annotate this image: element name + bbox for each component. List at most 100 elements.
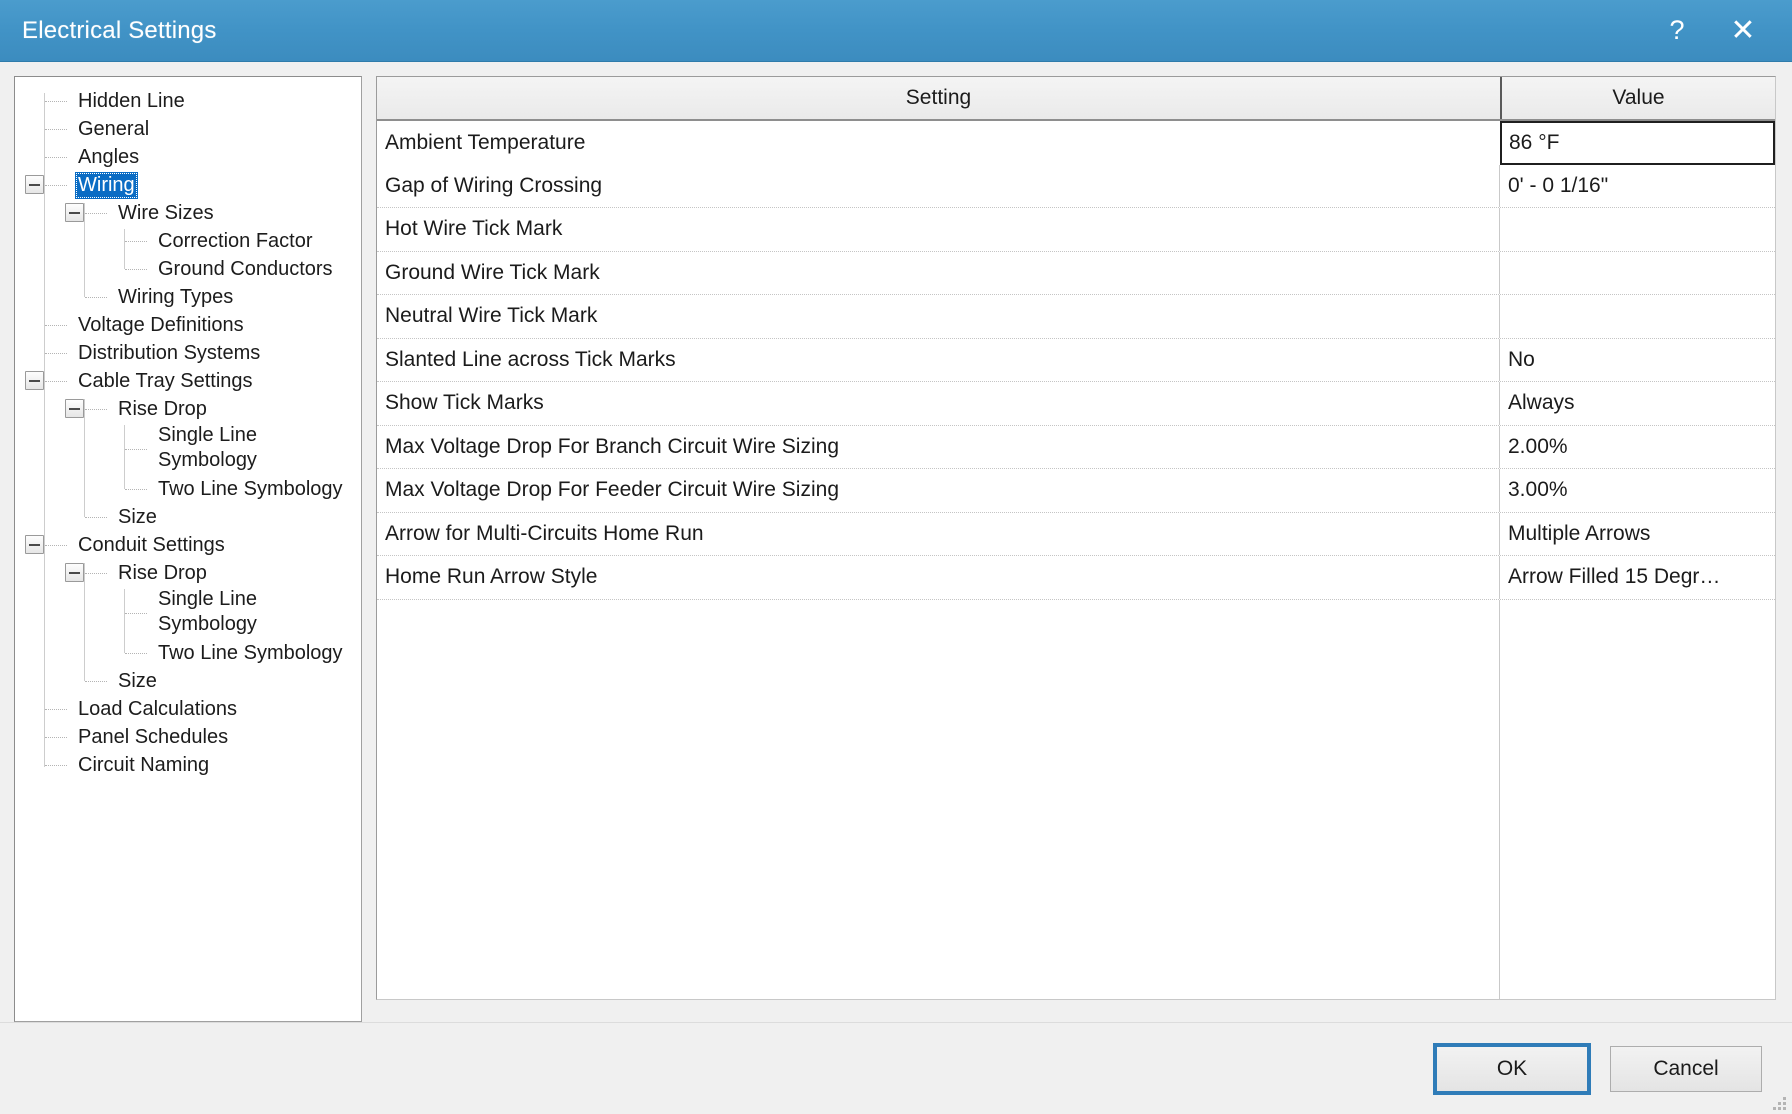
tree-item-correction-factor[interactable]: Correction Factor: [15, 227, 361, 255]
collapse-toggle-icon[interactable]: [25, 535, 44, 554]
tree-connector-horizontal: [45, 185, 67, 186]
tree-connector-vertical: [84, 203, 85, 297]
setting-name-cell[interactable]: Ambient Temperature: [377, 121, 1501, 165]
setting-value-cell[interactable]: [1500, 208, 1775, 251]
grid-row[interactable]: Gap of Wiring Crossing 0' - 0 1/16": [377, 164, 1775, 208]
tree-item-panel-schedules[interactable]: Panel Schedules: [15, 723, 361, 751]
ok-button[interactable]: OK: [1433, 1042, 1591, 1095]
grid-row[interactable]: Home Run Arrow Style Arrow Filled 15 Degr…: [377, 556, 1775, 600]
settings-grid[interactable]: Setting Value Ambient Temperature 86 °F Ga…: [376, 76, 1776, 1000]
tree-item-two-line-symbology[interactable]: Two Line Symbology: [15, 475, 361, 503]
tree-item-size[interactable]: Size: [15, 667, 361, 695]
tree-connector-horizontal: [125, 241, 147, 242]
tree-item-label: Circuit Naming: [78, 753, 210, 776]
setting-name-cell[interactable]: Home Run Arrow Style: [377, 556, 1500, 599]
setting-value-cell[interactable]: Arrow Filled 15 Degr…: [1500, 556, 1775, 599]
settings-tree: Hidden Line General Angles Wiring Wire Sizes…: [15, 87, 361, 779]
collapse-toggle-icon[interactable]: [65, 563, 84, 582]
setting-value-cell[interactable]: 3.00%: [1500, 469, 1775, 512]
setting-name-cell[interactable]: Neutral Wire Tick Mark: [377, 295, 1500, 338]
grid-row[interactable]: Hot Wire Tick Mark: [377, 208, 1775, 252]
setting-name-cell[interactable]: Gap of Wiring Crossing: [377, 164, 1500, 207]
tree-item-angles[interactable]: Angles: [15, 143, 361, 171]
tree-item-cable-tray-settings[interactable]: Cable Tray Settings: [15, 367, 361, 395]
title-bar: Electrical Settings ? ✕: [0, 0, 1792, 62]
tree-item-label: General: [78, 117, 150, 140]
setting-value-cell[interactable]: Multiple Arrows: [1500, 513, 1775, 556]
cancel-button[interactable]: Cancel: [1610, 1045, 1762, 1092]
tree-item-label: Angles: [78, 145, 140, 168]
setting-value-cell[interactable]: [1500, 252, 1775, 295]
tree-item-size[interactable]: Size: [15, 503, 361, 531]
tree-item-label: Size: [118, 669, 157, 692]
setting-value-cell[interactable]: No: [1500, 339, 1775, 382]
tree-connector-vertical: [84, 399, 85, 517]
collapse-toggle-icon[interactable]: [25, 371, 44, 390]
help-icon[interactable]: ?: [1644, 0, 1710, 62]
tree-item-single-line-symbology[interactable]: Single Line Symbology: [15, 423, 361, 475]
setting-name-cell[interactable]: Show Tick Marks: [377, 382, 1500, 425]
tree-connector-horizontal: [85, 297, 107, 298]
setting-value-cell[interactable]: [1500, 295, 1775, 338]
tree-item-two-line-symbology[interactable]: Two Line Symbology: [15, 639, 361, 667]
tree-connector-horizontal: [85, 681, 107, 682]
tree-item-load-calculations[interactable]: Load Calculations: [15, 695, 361, 723]
tree-connector-horizontal: [45, 709, 67, 710]
setting-name-cell[interactable]: Arrow for Multi-Circuits Home Run: [377, 512, 1500, 555]
tree-item-label: Two Line Symbology: [158, 477, 343, 500]
setting-name-cell[interactable]: Max Voltage Drop For Feeder Circuit Wire…: [377, 469, 1500, 512]
setting-value-cell[interactable]: 86 °F: [1500, 121, 1775, 165]
tree-connector-horizontal: [45, 325, 67, 326]
tree-item-label: Ground Conductors: [158, 257, 333, 280]
column-header-setting[interactable]: Setting: [377, 77, 1500, 119]
column-header-value[interactable]: Value: [1500, 77, 1775, 119]
tree-item-label: Rise Drop: [118, 397, 207, 420]
tree-item-label: Wiring: [75, 171, 138, 199]
tree-connector-horizontal: [85, 573, 107, 574]
tree-connector-horizontal: [45, 545, 67, 546]
tree-item-label: Rise Drop: [118, 561, 207, 584]
tree-item-circuit-naming[interactable]: Circuit Naming: [15, 751, 361, 779]
tree-item-hidden-line[interactable]: Hidden Line: [15, 87, 361, 115]
tree-item-single-line-symbology[interactable]: Single Line Symbology: [15, 587, 361, 639]
tree-item-wiring-types[interactable]: Wiring Types: [15, 283, 361, 311]
close-icon[interactable]: ✕: [1710, 0, 1776, 62]
tree-item-general[interactable]: General: [15, 115, 361, 143]
setting-name-cell[interactable]: Ground Wire Tick Mark: [377, 251, 1500, 294]
tree-connector-horizontal: [85, 517, 107, 518]
tree-item-label: Correction Factor: [158, 229, 313, 252]
grid-row[interactable]: Arrow for Multi-Circuits Home Run Multipl…: [377, 512, 1775, 556]
tree-item-voltage-definitions[interactable]: Voltage Definitions: [15, 311, 361, 339]
tree-connector-horizontal: [125, 269, 147, 270]
grid-row[interactable]: Neutral Wire Tick Mark: [377, 295, 1775, 339]
collapse-toggle-icon[interactable]: [65, 203, 84, 222]
setting-value-cell[interactable]: 0' - 0 1/16": [1500, 165, 1775, 208]
setting-value-cell[interactable]: 2.00%: [1500, 426, 1775, 469]
setting-name-cell[interactable]: Hot Wire Tick Mark: [377, 208, 1500, 251]
tree-connector-horizontal: [45, 157, 67, 158]
grid-row[interactable]: Show Tick Marks Always: [377, 382, 1775, 426]
tree-item-ground-conductors[interactable]: Ground Conductors: [15, 255, 361, 283]
tree-connector-horizontal: [125, 653, 147, 654]
tree-item-label: Wire Sizes: [118, 201, 214, 224]
tree-item-distribution-systems[interactable]: Distribution Systems: [15, 339, 361, 367]
setting-name-cell[interactable]: Max Voltage Drop For Branch Circuit Wire…: [377, 425, 1500, 468]
grid-row[interactable]: Max Voltage Drop For Branch Circuit Wire…: [377, 425, 1775, 469]
tree-connector-horizontal: [45, 737, 67, 738]
title-bar-buttons: ? ✕: [1644, 0, 1792, 61]
tree-item-conduit-settings[interactable]: Conduit Settings: [15, 531, 361, 559]
collapse-toggle-icon[interactable]: [25, 175, 44, 194]
grid-row[interactable]: Ground Wire Tick Mark: [377, 251, 1775, 295]
grid-row[interactable]: Ambient Temperature 86 °F: [377, 121, 1775, 165]
tree-item-wire-sizes[interactable]: Wire Sizes: [15, 199, 361, 227]
collapse-toggle-icon[interactable]: [65, 399, 84, 418]
tree-item-rise-drop[interactable]: Rise Drop: [15, 395, 361, 423]
tree-item-rise-drop[interactable]: Rise Drop: [15, 559, 361, 587]
grid-row[interactable]: Max Voltage Drop For Feeder Circuit Wire…: [377, 469, 1775, 513]
grid-row[interactable]: Slanted Line across Tick Marks No: [377, 338, 1775, 382]
resize-grip-icon[interactable]: [1770, 1094, 1786, 1110]
setting-value-cell[interactable]: Always: [1500, 382, 1775, 425]
settings-tree-panel[interactable]: Hidden Line General Angles Wiring Wire Sizes…: [14, 76, 362, 1022]
setting-name-cell[interactable]: Slanted Line across Tick Marks: [377, 338, 1500, 381]
tree-item-wiring[interactable]: Wiring: [15, 171, 361, 199]
